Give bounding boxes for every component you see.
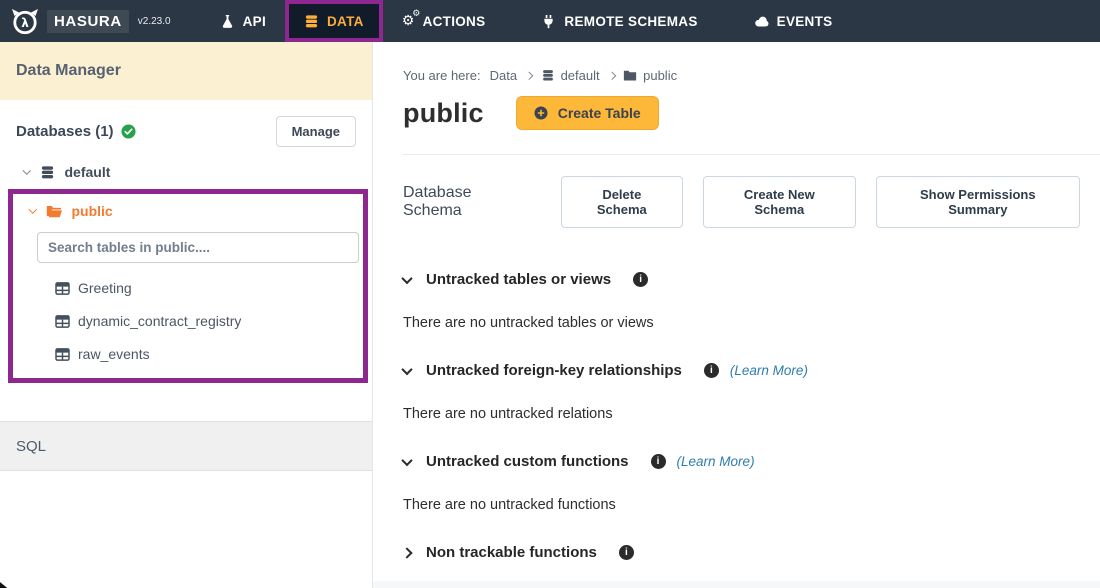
nav-item-label: DATA [327, 14, 364, 29]
database-icon [541, 69, 555, 82]
create-new-schema-button[interactable]: Create New Schema [703, 176, 856, 228]
section-divider [403, 154, 1100, 155]
chevron-right-icon [525, 72, 533, 80]
database-icon [40, 165, 55, 180]
plug-icon [541, 14, 556, 29]
chevron-down-icon[interactable] [23, 167, 31, 175]
section-title: Untracked foreign-key relationships [426, 362, 682, 379]
section-title: Untracked tables or views [426, 271, 611, 288]
database-schema-label: Database Schema [403, 184, 529, 220]
section-title: Non trackable functions [426, 544, 597, 561]
nav-item-api[interactable]: API [201, 0, 285, 42]
table-icon [55, 348, 70, 361]
search-tables-input[interactable] [37, 232, 359, 263]
chevron-down-icon[interactable] [401, 454, 412, 465]
create-table-label: Create Table [558, 105, 641, 121]
data-manager-title: Data Manager [16, 62, 121, 80]
nav-item-label: ACTIONS [423, 14, 486, 29]
top-navbar: λ HASURA v2.23.0 API DATA ⚙⚙ ACTIONS [0, 0, 1100, 42]
delete-schema-button[interactable]: Delete Schema [561, 176, 683, 228]
section-untracked-custom-functions[interactable]: Untracked custom functions (Learn More) [403, 453, 1100, 470]
manage-button[interactable]: Manage [276, 116, 356, 147]
breadcrumb-public[interactable]: public [623, 68, 677, 83]
info-icon[interactable] [619, 545, 634, 560]
plus-circle-icon [534, 106, 548, 120]
section-non-trackable-functions[interactable]: Non trackable functions [403, 544, 1100, 561]
tree-item-public-schema[interactable]: public [30, 203, 363, 219]
nav-item-label: API [243, 14, 266, 29]
nav-item-label: REMOTE SCHEMAS [564, 14, 697, 29]
breadcrumb-label: Data [490, 68, 517, 83]
chevron-down-icon[interactable] [29, 206, 37, 214]
learn-more-link[interactable]: (Learn More) [730, 363, 808, 378]
section-title: Untracked custom functions [426, 453, 629, 470]
create-table-button[interactable]: Create Table [516, 96, 659, 130]
info-icon[interactable] [651, 454, 666, 469]
chevron-right-icon [607, 72, 615, 80]
nav-item-actions[interactable]: ⚙⚙ ACTIONS [383, 0, 505, 42]
data-sidebar: Data Manager Databases (1) Manage defaul… [0, 42, 373, 588]
database-name: default [65, 164, 111, 180]
show-permissions-summary-button[interactable]: Show Permissions Summary [876, 176, 1080, 228]
section-untracked-tables[interactable]: Untracked tables or views [403, 271, 1100, 288]
folder-icon [623, 69, 637, 82]
mouse-cursor [0, 578, 11, 588]
bottom-strip [373, 581, 1100, 588]
check-circle-icon [121, 124, 136, 139]
hasura-wordmark: HASURA [47, 10, 129, 33]
title-row: public Create Table [403, 96, 1100, 130]
annotation-box-schema: public Greeting dynamic_contract_registr… [8, 189, 368, 383]
schema-name: public [72, 203, 113, 219]
databases-label: Databases (1) [16, 123, 114, 140]
gears-icon: ⚙⚙ [402, 14, 415, 29]
table-name: raw_events [78, 346, 150, 362]
info-icon[interactable] [704, 363, 719, 378]
nav-item-label: EVENTS [777, 14, 833, 29]
nav-item-events[interactable]: EVENTS [735, 0, 852, 42]
breadcrumb-prefix: You are here: [403, 68, 481, 83]
database-schema-row: Database Schema Delete Schema Create New… [403, 176, 1100, 228]
nav-item-remote-schemas[interactable]: REMOTE SCHEMAS [522, 0, 716, 42]
folder-open-icon [46, 205, 62, 218]
hasura-brand[interactable]: λ HASURA v2.23.0 [0, 7, 171, 35]
table-item-dynamic-contract-registry[interactable]: dynamic_contract_registry [55, 313, 363, 329]
databases-row: Databases (1) Manage [16, 116, 356, 147]
breadcrumb: You are here: Data default public [403, 68, 1100, 83]
empty-state-text: There are no untracked relations [403, 406, 1100, 422]
section-untracked-foreign-keys[interactable]: Untracked foreign-key relationships (Lea… [403, 362, 1100, 379]
hasura-logo-icon: λ [8, 7, 42, 35]
tree-item-default-database[interactable]: default [24, 164, 372, 180]
table-item-raw-events[interactable]: raw_events [55, 346, 363, 362]
empty-state-text: There are no untracked functions [403, 497, 1100, 513]
table-name: Greeting [78, 280, 132, 296]
learn-more-link[interactable]: (Learn More) [677, 454, 755, 469]
breadcrumb-label: default [561, 68, 600, 83]
nav-item-data[interactable]: DATA [285, 0, 383, 42]
breadcrumb-label: public [643, 68, 677, 83]
table-name: dynamic_contract_registry [78, 313, 241, 329]
empty-state-text: There are no untracked tables or views [403, 315, 1100, 331]
info-icon[interactable] [633, 272, 648, 287]
data-manager-header[interactable]: Data Manager [0, 42, 372, 100]
chevron-down-icon[interactable] [401, 272, 412, 283]
sql-label: SQL [16, 438, 46, 455]
page-title: public [403, 98, 484, 129]
table-icon [55, 282, 70, 295]
version-label: v2.23.0 [138, 16, 171, 27]
breadcrumb-default[interactable]: default [541, 68, 600, 83]
database-icon [304, 14, 319, 29]
svg-text:λ: λ [21, 16, 29, 30]
nav-menu: API DATA ⚙⚙ ACTIONS REMOTE SCHEMAS [201, 0, 852, 42]
main-content: You are here: Data default public [373, 42, 1100, 588]
flask-icon [220, 14, 235, 29]
table-icon [55, 315, 70, 328]
chevron-down-icon[interactable] [401, 363, 412, 374]
databases-title: Databases (1) [16, 123, 136, 140]
cloud-icon [754, 14, 769, 29]
sidebar-item-sql[interactable]: SQL [0, 421, 372, 471]
chevron-right-icon[interactable] [401, 547, 412, 558]
breadcrumb-data[interactable]: Data [490, 68, 517, 83]
table-item-greeting[interactable]: Greeting [55, 280, 363, 296]
